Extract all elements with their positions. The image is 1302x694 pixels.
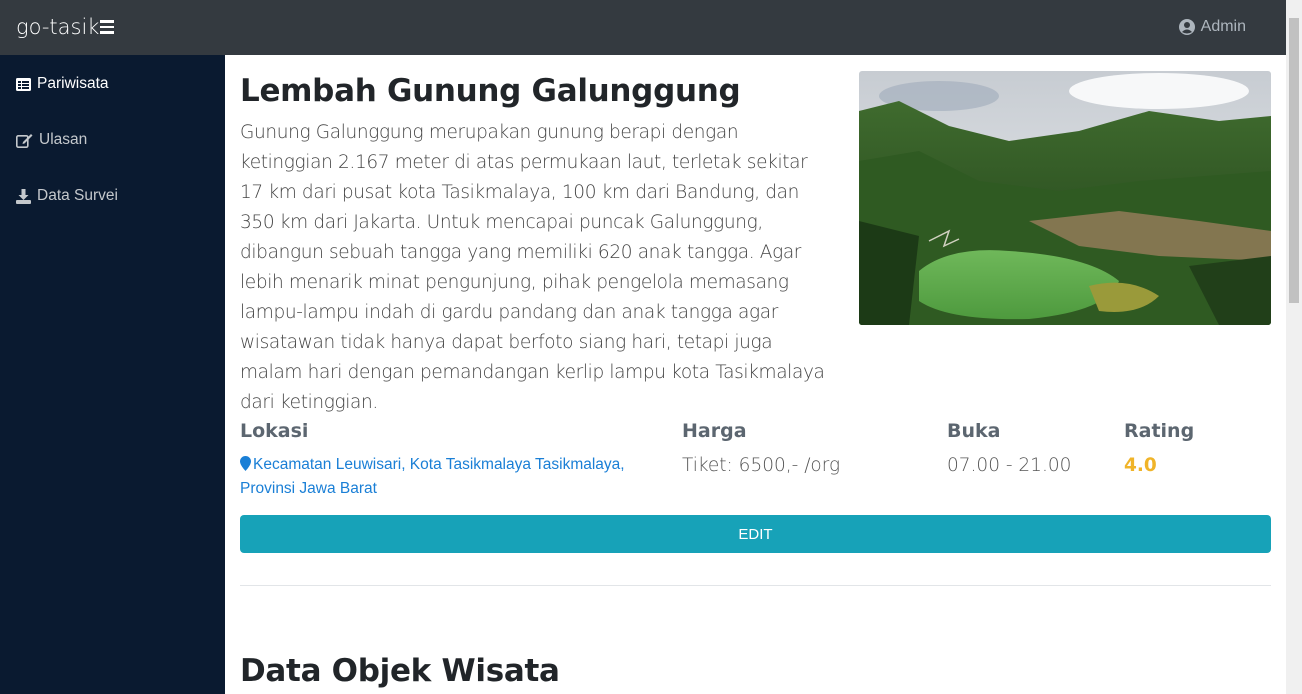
sidebar-item-label: Data Survei	[37, 187, 118, 204]
table-list-icon	[16, 77, 31, 91]
scrollbar-thumb[interactable]	[1289, 18, 1299, 303]
lokasi-value: Kecamatan Leuwisari, Kota Tasikmalaya Ta…	[240, 456, 625, 497]
rating-value: 4.0	[1124, 455, 1157, 476]
divider	[240, 585, 1271, 586]
brand-logo[interactable]: go-tasik	[16, 15, 99, 39]
page-title: Lembah Gunung Galunggung	[240, 73, 741, 109]
rating-label: Rating	[1124, 420, 1195, 442]
buka-value: 07.00 - 21.00	[947, 455, 1072, 476]
download-icon	[16, 188, 31, 204]
user-menu[interactable]: Admin	[1178, 18, 1246, 36]
top-navbar: go-tasik Admin	[0, 0, 1286, 55]
edit-icon	[16, 133, 33, 148]
user-circle-icon	[1178, 19, 1195, 35]
sidebar-item-data-survei[interactable]: Data Survei	[16, 187, 118, 205]
sidebar: Pariwisata Ulasan Data Survei	[0, 55, 225, 694]
page-scrollbar[interactable]	[1286, 0, 1302, 694]
harga-label: Harga	[682, 420, 747, 442]
sidebar-item-pariwisata[interactable]: Pariwisata	[16, 75, 109, 93]
sidebar-item-label: Ulasan	[39, 131, 88, 148]
buka-label: Buka	[947, 420, 1001, 442]
menu-toggle-icon[interactable]	[100, 20, 114, 34]
destination-photo	[859, 71, 1271, 325]
edit-button[interactable]: EDIT	[240, 515, 1271, 553]
section-title: Data Objek Wisata	[240, 653, 560, 689]
map-marker-icon	[240, 456, 251, 471]
sidebar-item-label: Pariwisata	[37, 75, 109, 92]
user-name: Admin	[1200, 18, 1246, 35]
sidebar-item-ulasan[interactable]: Ulasan	[16, 131, 87, 149]
lokasi-link[interactable]: Kecamatan Leuwisari, Kota Tasikmalaya Ta…	[240, 453, 640, 501]
main-content: Lembah Gunung Galunggung Gunung Galunggu…	[225, 55, 1286, 694]
lokasi-label: Lokasi	[240, 420, 309, 442]
harga-value: Tiket: 6500,- /org	[682, 455, 841, 476]
description-text: Gunung Galunggung merupakan gunung berap…	[240, 122, 825, 413]
